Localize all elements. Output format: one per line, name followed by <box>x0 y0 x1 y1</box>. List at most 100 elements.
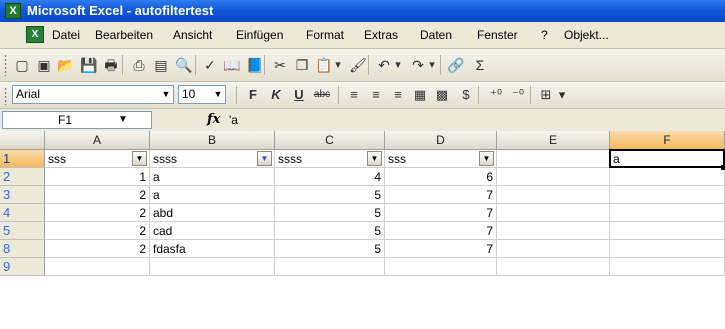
cell-b8[interactable]: fdasfa <box>150 240 275 258</box>
cell-e4[interactable] <box>497 204 610 222</box>
chevron-down-icon[interactable]: ▼ <box>211 86 225 103</box>
chevron-down-icon[interactable]: ▼ <box>118 112 128 128</box>
cell-a2[interactable]: 1 <box>45 168 150 186</box>
cell-b3[interactable]: a <box>150 186 275 204</box>
cell-e5[interactable] <box>497 222 610 240</box>
workbook-icon[interactable]: X <box>26 26 44 43</box>
currency-icon[interactable]: $ <box>456 85 476 105</box>
name-box[interactable]: F1 <box>2 111 152 129</box>
cell-b1[interactable]: ssss ▼ <box>150 150 275 168</box>
menu-bearbeiten[interactable]: Bearbeiten <box>95 28 153 42</box>
borders-dropdown-icon[interactable]: ▾ <box>556 85 568 105</box>
row-header-3[interactable]: 3 <box>0 186 45 204</box>
cell-e3[interactable] <box>497 186 610 204</box>
align-right-icon[interactable]: ≡ <box>388 85 408 105</box>
menu-daten[interactable]: Daten <box>420 28 452 42</box>
autosum-icon[interactable]: Σ <box>470 55 490 75</box>
bold-icon[interactable]: F <box>243 85 263 105</box>
cell-f5[interactable] <box>610 222 725 240</box>
autofilter-dropdown-icon[interactable]: ▼ <box>257 151 272 166</box>
row-header-9[interactable]: 9 <box>0 258 45 276</box>
autofilter-dropdown-icon[interactable]: ▼ <box>367 151 382 166</box>
cell-a3[interactable]: 2 <box>45 186 150 204</box>
function-icon[interactable]: fx <box>207 112 220 128</box>
menu-format[interactable]: Format <box>306 28 344 42</box>
copy-icon[interactable]: ❐ <box>292 55 312 75</box>
row-header-1[interactable]: 1 <box>0 150 45 168</box>
paste-icon[interactable]: 📋 <box>314 55 334 75</box>
autofilter-dropdown-icon[interactable]: ▼ <box>479 151 494 166</box>
cell-f9[interactable] <box>610 258 725 276</box>
paste-dropdown-icon[interactable]: ▾ <box>332 55 344 75</box>
preview-icon[interactable]: 🔍 <box>174 55 194 75</box>
borders-icon[interactable]: ⊞ <box>536 85 556 105</box>
row-header-5[interactable]: 5 <box>0 222 45 240</box>
undo-dropdown-icon[interactable]: ▾ <box>392 55 404 75</box>
cell-f2[interactable] <box>610 168 725 186</box>
cell-a1[interactable]: sss ▼ <box>45 150 150 168</box>
row-header-2[interactable]: 2 <box>0 168 45 186</box>
menu-extras[interactable]: Extras <box>364 28 398 42</box>
menu-ansicht[interactable]: Ansicht <box>173 28 212 42</box>
cell-a5[interactable]: 2 <box>45 222 150 240</box>
cell-c1[interactable]: ssss ▼ <box>275 150 385 168</box>
column-header-e[interactable]: E <box>497 131 610 150</box>
underline-icon[interactable]: U <box>289 85 309 105</box>
excel-app-icon[interactable]: X <box>5 3 21 19</box>
cell-b5[interactable]: cad <box>150 222 275 240</box>
menu-datei[interactable]: Datei <box>52 28 80 42</box>
open-folder-icon[interactable]: 📂 <box>56 55 76 75</box>
toolbar-grip[interactable] <box>4 87 7 106</box>
cell-f8[interactable] <box>610 240 725 258</box>
strikethrough-icon[interactable]: abc <box>312 85 332 105</box>
chevron-down-icon[interactable]: ▼ <box>159 86 173 103</box>
increase-decimal-icon[interactable]: ⁺⁰ <box>486 85 506 105</box>
cell-b4[interactable]: abd <box>150 204 275 222</box>
cell-d4[interactable]: 7 <box>385 204 497 222</box>
cell-a4[interactable]: 2 <box>45 204 150 222</box>
research-icon[interactable]: ▤ <box>151 55 171 75</box>
column-header-b[interactable]: B <box>150 131 275 150</box>
menu-help[interactable]: ? <box>541 28 548 42</box>
fill-handle[interactable] <box>721 165 725 170</box>
cell-d5[interactable]: 7 <box>385 222 497 240</box>
merge-center-icon[interactable]: ▦ <box>410 85 430 105</box>
cell-b9[interactable] <box>150 258 275 276</box>
undo-icon[interactable]: ↶ <box>374 55 394 75</box>
permission-icon[interactable]: ▣ <box>34 55 54 75</box>
font-name-combo[interactable]: Arial ▼ <box>12 85 174 104</box>
borders-grid-icon[interactable]: ▩ <box>432 85 452 105</box>
toolbar-grip[interactable] <box>4 54 7 77</box>
column-header-d[interactable]: D <box>385 131 497 150</box>
align-left-icon[interactable]: ≡ <box>344 85 364 105</box>
decrease-decimal-icon[interactable]: ⁻⁰ <box>508 85 528 105</box>
cell-e2[interactable] <box>497 168 610 186</box>
reference-icon[interactable]: 📘 <box>245 55 265 75</box>
cell-a8[interactable]: 2 <box>45 240 150 258</box>
select-all-corner[interactable] <box>0 131 45 150</box>
formula-input[interactable]: 'a <box>225 111 725 129</box>
italic-icon[interactable]: K <box>266 85 286 105</box>
save-icon[interactable]: 💾 <box>79 55 99 75</box>
cell-d8[interactable]: 7 <box>385 240 497 258</box>
format-painter-icon[interactable]: 🖌 <box>348 55 368 75</box>
menu-einfuegen[interactable]: Einfügen <box>236 28 283 42</box>
cut-icon[interactable]: ✂ <box>270 55 290 75</box>
autofilter-dropdown-icon[interactable]: ▼ <box>132 151 147 166</box>
cell-f1[interactable]: a <box>610 150 725 168</box>
hyperlink-icon[interactable]: 🔗 <box>446 55 466 75</box>
spellcheck-icon[interactable]: ✓ <box>200 55 220 75</box>
cell-a9[interactable] <box>45 258 150 276</box>
cell-e1[interactable] <box>497 150 610 168</box>
font-size-combo[interactable]: 10 ▼ <box>178 85 226 104</box>
cell-d1[interactable]: sss ▼ <box>385 150 497 168</box>
redo-dropdown-icon[interactable]: ▾ <box>426 55 438 75</box>
column-header-a[interactable]: A <box>45 131 150 150</box>
cell-f4[interactable] <box>610 204 725 222</box>
print-icon[interactable]: 🖶 <box>101 55 121 75</box>
cell-b2[interactable]: a <box>150 168 275 186</box>
menu-fenster[interactable]: Fenster <box>477 28 518 42</box>
new-document-icon[interactable]: ▢ <box>12 55 32 75</box>
row-header-4[interactable]: 4 <box>0 204 45 222</box>
cell-c3[interactable]: 5 <box>275 186 385 204</box>
